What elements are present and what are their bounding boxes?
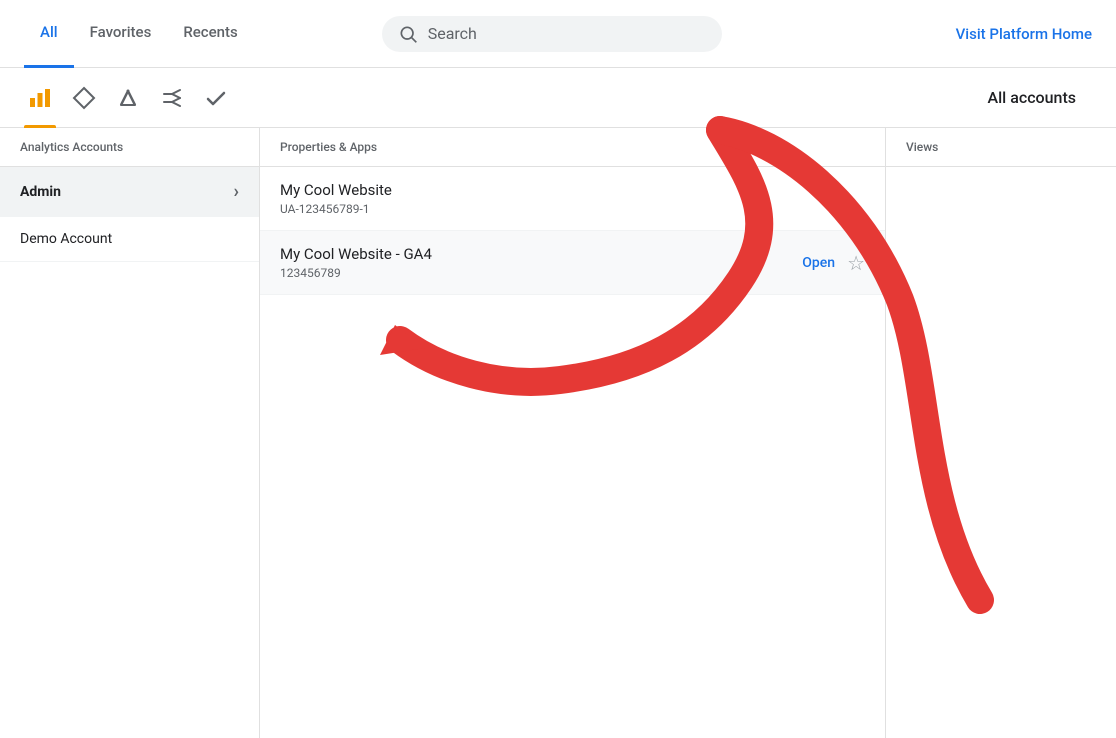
property-item-ga4[interactable]: My Cool Website - GA4 123456789 Open ☆: [260, 231, 885, 295]
analytics-icon: [28, 86, 52, 110]
tag-manager-icon-btn[interactable]: [64, 78, 104, 118]
check-icon-btn[interactable]: [196, 78, 236, 118]
analytics-icon-btn[interactable]: [20, 78, 60, 118]
tab-recents[interactable]: Recents: [167, 0, 253, 68]
favorite-star-icon[interactable]: ☆: [847, 251, 865, 275]
search-label: Search: [428, 24, 477, 43]
top-nav: All Favorites Recents Search Visit Platf…: [0, 0, 1116, 68]
views-column: Views: [886, 128, 1116, 738]
views-column-header: Views: [886, 128, 1116, 167]
check-icon: [204, 86, 228, 110]
account-item-admin[interactable]: Admin ›: [0, 167, 259, 217]
property-actions-ga4: Open ☆: [802, 251, 865, 275]
properties-column: Properties & Apps My Cool Website UA-123…: [260, 128, 886, 738]
property-name-ga4: My Cool Website - GA4: [280, 245, 432, 263]
tag-manager-icon: [72, 86, 96, 110]
property-item-ua[interactable]: My Cool Website UA-123456789-1: [260, 167, 885, 231]
search-box[interactable]: Search: [382, 16, 722, 52]
tab-favorites[interactable]: Favorites: [74, 0, 168, 68]
optimize-icon: [116, 86, 140, 110]
surveys-icon-btn[interactable]: [152, 78, 192, 118]
chevron-right-icon: ›: [234, 181, 239, 202]
tab-all[interactable]: All: [24, 0, 74, 68]
accounts-column: Analytics Accounts Admin › Demo Account: [0, 128, 260, 738]
visit-platform-home-link[interactable]: Visit Platform Home: [956, 25, 1092, 43]
search-icon: [398, 24, 418, 44]
accounts-column-header: Analytics Accounts: [0, 128, 259, 167]
nav-tabs: All Favorites Recents: [24, 0, 254, 68]
toolbar: All accounts: [0, 68, 1116, 128]
property-id-ga4: 123456789: [280, 266, 432, 280]
property-id-ua: UA-123456789-1: [280, 202, 392, 216]
all-accounts-label: All accounts: [987, 88, 1096, 107]
surveys-icon: [160, 86, 184, 110]
properties-column-header: Properties & Apps: [260, 128, 885, 167]
account-item-demo[interactable]: Demo Account: [0, 217, 259, 262]
open-property-link[interactable]: Open: [802, 255, 835, 271]
optimize-icon-btn[interactable]: [108, 78, 148, 118]
columns-container: Analytics Accounts Admin › Demo Account …: [0, 128, 1116, 738]
property-name-ua: My Cool Website: [280, 181, 392, 199]
